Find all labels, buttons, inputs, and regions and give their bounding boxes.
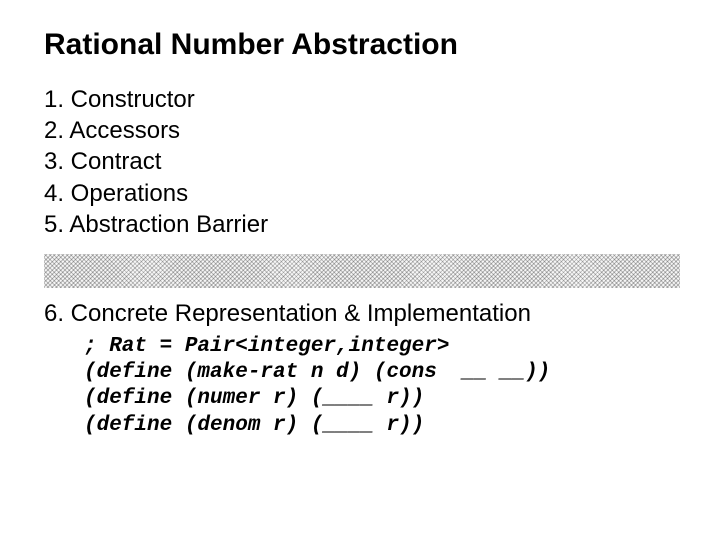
- code-line: (define (numer r) (____ r)): [84, 387, 424, 410]
- code-line: ; Rat = Pair<integer,integer>: [84, 335, 449, 358]
- abstraction-list: 1. Constructor 2. Accessors 3. Contract …: [44, 84, 680, 240]
- list-item: 4. Operations: [44, 178, 680, 209]
- list-item: 3. Contract: [44, 146, 680, 177]
- abstraction-barrier-bar: [44, 254, 680, 288]
- list-item: 2. Accessors: [44, 115, 680, 146]
- slide: Rational Number Abstraction 1. Construct…: [0, 0, 720, 459]
- code-block: ; Rat = Pair<integer,integer> (define (m…: [84, 334, 680, 439]
- code-line: (define (denom r) (____ r)): [84, 414, 424, 437]
- page-title: Rational Number Abstraction: [44, 28, 680, 62]
- implementation-heading: 6. Concrete Representation & Implementat…: [44, 300, 680, 328]
- list-item: 1. Constructor: [44, 84, 680, 115]
- code-line: (define (make-rat n d) (cons __ __)): [84, 361, 550, 384]
- list-item: 5. Abstraction Barrier: [44, 209, 680, 240]
